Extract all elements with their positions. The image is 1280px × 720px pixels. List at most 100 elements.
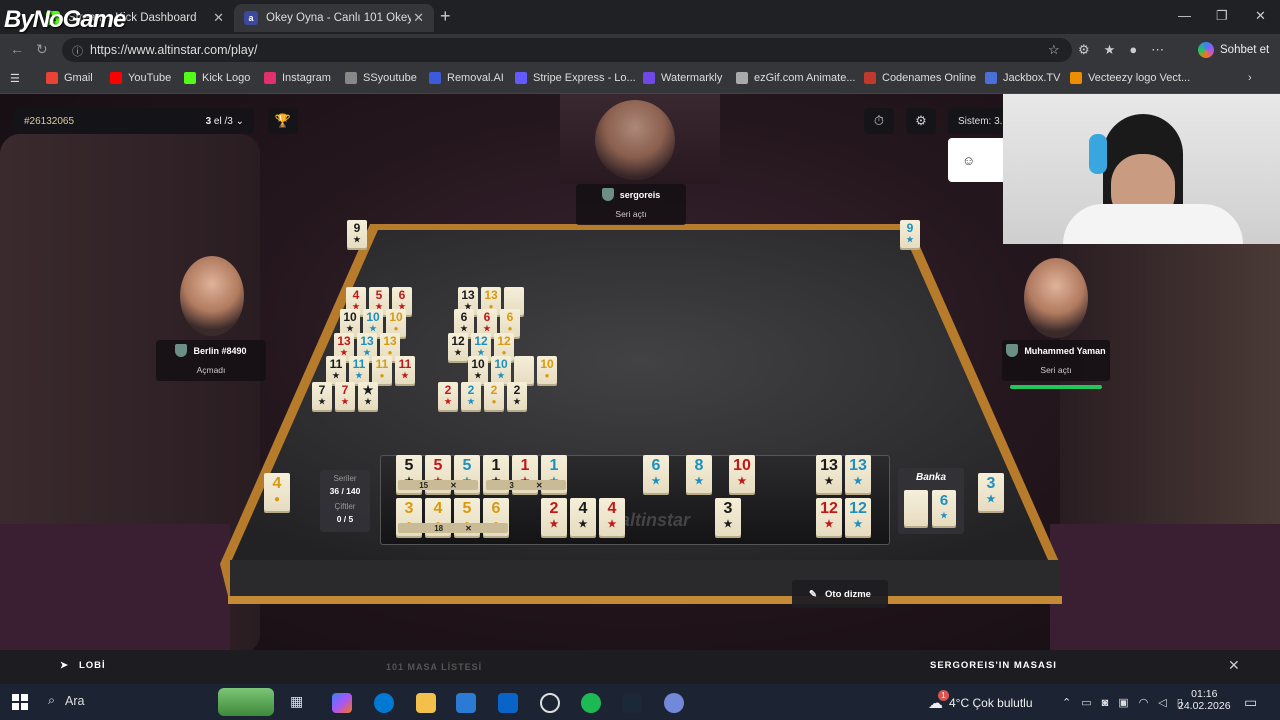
close-icon[interactable]: ✕ <box>1228 657 1240 674</box>
discard-tile-right[interactable]: 3 ★ <box>978 473 1004 511</box>
emoji-button[interactable]: ☺ <box>948 138 1004 182</box>
battery-icon[interactable]: ▭ <box>1081 697 1101 709</box>
widgets-image[interactable] <box>218 688 274 716</box>
obs-icon[interactable] <box>540 693 560 713</box>
wifi-icon[interactable]: ◠ <box>1139 697 1159 709</box>
copilot-button[interactable]: Sohbet et <box>1198 38 1269 62</box>
close-tab-icon[interactable]: ✕ <box>213 10 224 26</box>
round-indicator[interactable]: 3 el /3 ⌄ <box>206 116 244 127</box>
bookmark-kick-logo[interactable]: Kick Logo <box>184 72 250 84</box>
copilot-app-icon[interactable] <box>332 693 352 713</box>
more-icon[interactable]: ⋯ <box>1151 42 1178 57</box>
bank-pile-tile[interactable] <box>904 490 928 526</box>
rack-tile[interactable]: 12 ★ <box>816 498 842 536</box>
table-name-tab[interactable]: SERGOREIS'IN MASASI <box>930 660 1057 671</box>
rack-tile[interactable]: 12 ★ <box>845 498 871 536</box>
table-tile[interactable]: 12 ★ <box>448 333 468 361</box>
table-tile[interactable]: 2 ★ <box>461 382 481 410</box>
table-tile[interactable]: 11 ★ <box>349 356 369 384</box>
bookmarks-menu-icon[interactable]: ☰ <box>10 72 20 85</box>
discard-tile-top-left[interactable]: 9 ★ <box>347 220 367 248</box>
steam-icon[interactable] <box>622 693 642 713</box>
minimize-icon[interactable]: — <box>1178 8 1191 23</box>
settings-gear-icon[interactable]: ⚙ <box>906 108 936 134</box>
task-view-icon[interactable]: ▦ <box>290 693 310 713</box>
store-icon[interactable] <box>456 693 476 713</box>
back-icon[interactable]: ← <box>10 41 36 57</box>
display-icon[interactable]: ▣ <box>1118 697 1138 709</box>
edge-icon[interactable] <box>374 693 394 713</box>
bookmark-gmail[interactable]: Gmail <box>46 72 93 84</box>
bookmark-removal-ai[interactable]: Removal.AI <box>429 72 504 84</box>
close-icon[interactable]: ✕ <box>536 481 543 490</box>
close-icon[interactable]: ✕ <box>465 524 472 533</box>
mail-icon[interactable] <box>498 693 518 713</box>
clock[interactable]: 01:16 24.02.2026 <box>1178 688 1231 712</box>
table-tile[interactable]: 2 ● <box>484 382 504 410</box>
camera-icon[interactable]: ◙ <box>1102 697 1119 709</box>
maximize-icon[interactable]: ❐ <box>1216 8 1228 24</box>
bookmark-youtube[interactable]: YouTube <box>110 72 171 84</box>
bookmark-ssyoutube[interactable]: SSyoutube <box>345 72 417 84</box>
bank-panel[interactable]: Banka 6 ★ <box>898 468 964 534</box>
close-tab-icon[interactable]: ✕ <box>413 10 424 26</box>
rack-tile[interactable]: 13 ★ <box>845 455 871 493</box>
table-tile[interactable]: 2 ★ <box>507 382 527 410</box>
close-window-icon[interactable]: ✕ <box>1255 8 1266 24</box>
rack-tile[interactable]: 3 ★ <box>715 498 741 536</box>
chevron-up-icon[interactable]: ⌃ <box>1062 697 1081 709</box>
tab-okey-oyna[interactable]: a Okey Oyna - Canlı 101 Okey ve Dü ✕ <box>234 4 434 32</box>
bookmark-vecteezy[interactable]: Vecteezy logo Vect... <box>1070 72 1190 84</box>
rack-tile[interactable]: 10 ★ <box>729 455 755 493</box>
taskbar-search[interactable]: ⌕ Ara <box>48 693 84 708</box>
auto-sort-button[interactable]: ✎ Oto dizme <box>792 580 888 608</box>
star-icon[interactable]: ☆ <box>1048 42 1060 58</box>
rack-tile[interactable]: 2 ★ <box>541 498 567 536</box>
rack-tile[interactable]: 4 ★ <box>570 498 596 536</box>
player-top-avatar[interactable] <box>595 100 675 180</box>
table-tile[interactable]: 11 ★ <box>395 356 415 384</box>
chevron-right-icon[interactable]: › <box>1248 72 1252 84</box>
table-tile[interactable]: 7 ★ <box>312 382 332 410</box>
new-tab-icon[interactable]: + <box>440 6 451 27</box>
profile-icon[interactable]: ● <box>1129 42 1151 57</box>
bookmark-instagram[interactable]: Instagram <box>264 72 331 84</box>
file-explorer-icon[interactable] <box>416 693 436 713</box>
reload-icon[interactable]: ↻ <box>36 41 60 57</box>
extensions-icon[interactable]: ⚙ <box>1078 42 1104 57</box>
table-list-tab[interactable]: 101 MASA LİSTESİ <box>386 662 482 672</box>
lobby-button[interactable]: ➤ LOBİ <box>60 660 106 671</box>
site-info-icon[interactable]: ⓘ <box>72 43 83 59</box>
weather-widget[interactable]: ☁ 1 4°C Çok bulutlu <box>928 690 1033 712</box>
bookmark-stripe-express[interactable]: Stripe Express - Lo... <box>515 72 636 84</box>
windows-start-icon[interactable] <box>12 694 28 710</box>
rack-tile[interactable]: 13 ★ <box>816 455 842 493</box>
url-input[interactable]: https://www.altinstar.com/play/ <box>62 38 1072 62</box>
table-tile[interactable]: 2 ★ <box>438 382 458 410</box>
discard-tile-left[interactable]: 4 ● <box>264 473 290 511</box>
player-left-avatar[interactable] <box>180 256 244 336</box>
table-tile[interactable]: 11 ★ <box>326 356 346 384</box>
table-tile[interactable]: 10 ★ <box>491 356 511 384</box>
rack-tile[interactable]: 6 ★ <box>643 455 669 493</box>
bookmark-watermarkly[interactable]: Watermarkly <box>643 72 722 84</box>
table-tile[interactable]: 10 ● <box>537 356 557 384</box>
bookmark-codenames[interactable]: Codenames Online <box>864 72 976 84</box>
bookmark-ezgif[interactable]: ezGif.com Animate... <box>736 72 855 84</box>
trophy-icon[interactable]: 🏆 <box>268 108 298 134</box>
discord-icon[interactable] <box>664 693 684 713</box>
rack-tile[interactable]: 8 ★ <box>686 455 712 493</box>
rack-tile[interactable]: 4 ★ <box>599 498 625 536</box>
spotify-icon[interactable] <box>581 693 601 713</box>
table-tile[interactable]: 7 ★ <box>335 382 355 410</box>
table-tile[interactable]: 10 ★ <box>468 356 488 384</box>
table-tile[interactable] <box>514 356 534 384</box>
volume-icon[interactable]: ◁ <box>1158 697 1176 709</box>
table-tile[interactable]: ★ ★ <box>358 382 378 410</box>
discard-tile-top-right[interactable]: 9 ★ <box>900 220 920 248</box>
bookmark-jackbox[interactable]: Jackbox.TV <box>985 72 1060 84</box>
close-icon[interactable]: ✕ <box>450 481 457 490</box>
favorites-icon[interactable]: ★ <box>1104 42 1130 57</box>
notifications-icon[interactable]: ▭ <box>1244 694 1257 711</box>
player-right-avatar[interactable] <box>1024 258 1088 338</box>
